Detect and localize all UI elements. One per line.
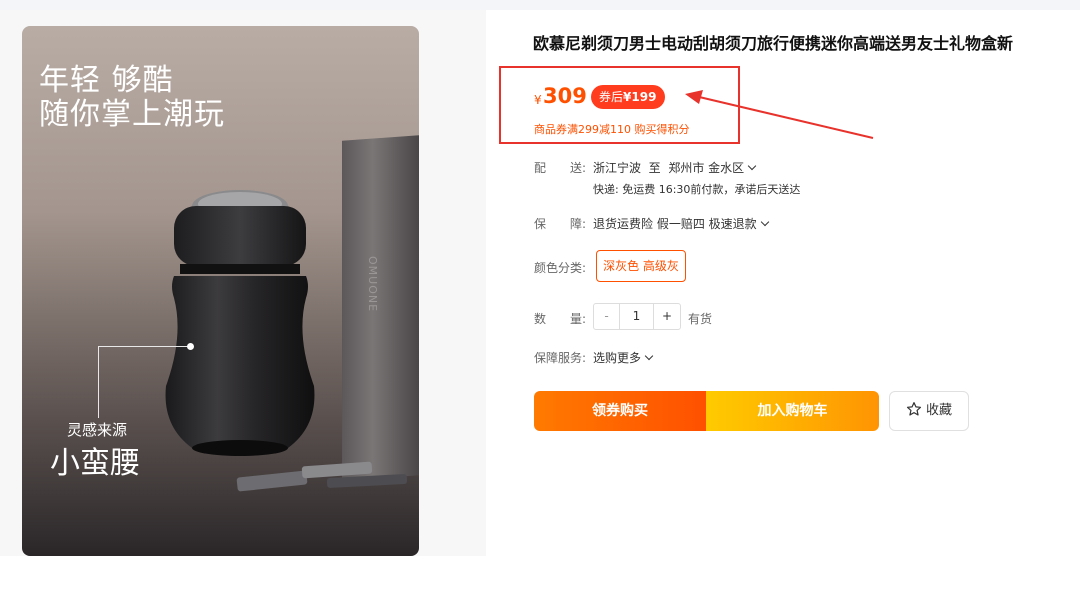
buy-with-coupon-button[interactable]: 领券购买 (534, 391, 706, 431)
chevron-down-icon (760, 217, 769, 227)
quantity-stepper[interactable]: - 1 + (593, 303, 681, 330)
color-option-dark-gray[interactable]: 深灰色 高级灰 (596, 250, 686, 282)
color-label: 颜色分类: (534, 261, 587, 275)
delivery-from: 浙江宁波 (593, 161, 642, 175)
quantity-minus-button[interactable]: - (594, 304, 620, 329)
price-amount: 309 (543, 84, 587, 108)
service-label: 保障服务: (534, 351, 587, 365)
box-brand-text: OMUONE (366, 256, 379, 313)
service-text: 选购更多 (593, 351, 642, 365)
add-to-cart-button[interactable]: 加入购物车 (706, 391, 879, 431)
price-currency: ¥ (534, 93, 542, 107)
delivery-detail: 快递: 免运费 16:30前付款，承诺后天送达 (593, 183, 801, 196)
delivery-to-word: 至 (648, 161, 661, 175)
quantity-label: 数 量: (534, 312, 587, 326)
top-bar (0, 0, 1080, 10)
guarantee-label: 保 障: (534, 217, 587, 231)
slogan-line-2: 随你掌上潮玩 (39, 97, 225, 132)
delivery-to: 郑州市 金水区 (668, 161, 745, 175)
quantity-input[interactable]: 1 (620, 304, 654, 329)
guarantee-value[interactable]: 退货运费险 假一赔四 极速退款 (593, 215, 769, 232)
shaver-graphic (165, 190, 315, 456)
guarantee-text: 退货运费险 假一赔四 极速退款 (593, 217, 757, 231)
coupon-prefix: 券后 (599, 90, 624, 104)
chevron-down-icon (747, 161, 757, 171)
callout-dot (187, 343, 194, 350)
favorite-label: 收藏 (925, 403, 952, 418)
coupon-price-badge[interactable]: 券后¥199 (591, 85, 665, 109)
delivery-route[interactable]: 浙江宁波 至 郑州市 金水区 (593, 159, 757, 176)
image-caption-big: 小蛮腰 (50, 446, 140, 481)
product-main-image[interactable]: 年轻 够酷 随你掌上潮玩 OMUONE 灵感来源 小蛮腰 (22, 26, 419, 556)
quantity-plus-button[interactable]: + (654, 304, 680, 329)
slogan-line-1: 年轻 够酷 (39, 63, 174, 98)
coupon-note[interactable]: 商品券满299减110 购买得积分 (534, 121, 690, 137)
product-title: 欧慕尼剃须刀男士电动刮胡须刀旅行便携迷你高端送男友士礼物盒新 (533, 34, 1014, 53)
annotation-arrow-icon (685, 90, 874, 139)
blade-parts-graphic (236, 461, 408, 492)
callout-line-vertical (98, 346, 99, 418)
gift-box-graphic (342, 135, 419, 481)
image-slogan: 年轻 够酷 随你掌上潮玩 (39, 64, 225, 132)
image-caption-small: 灵感来源 (67, 421, 128, 439)
callout-line-horizontal (98, 346, 190, 347)
star-outline-icon (906, 402, 922, 416)
chevron-down-icon (644, 351, 654, 361)
favorite-button[interactable]: 收藏 (889, 391, 969, 431)
coupon-price: ¥199 (623, 90, 657, 104)
service-select[interactable]: 选购更多 (593, 349, 654, 366)
stock-status: 有货 (688, 312, 713, 326)
delivery-label: 配 送: (534, 161, 587, 175)
